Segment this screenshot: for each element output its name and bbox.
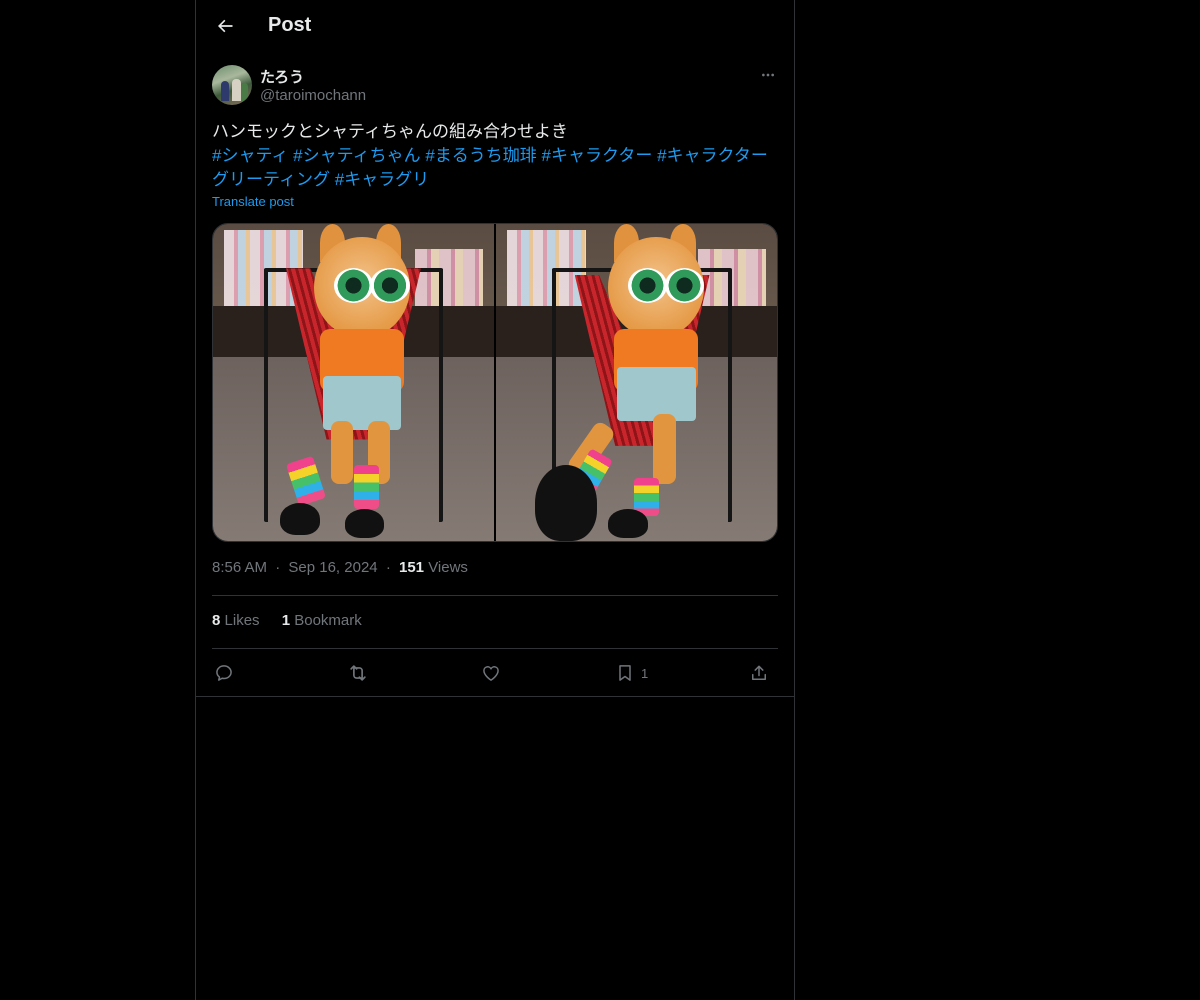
more-horizontal-icon xyxy=(762,73,774,77)
post-meta: 8:56 AM · Sep 16, 2024 · 151 Views xyxy=(212,559,468,576)
post-actions: 1 xyxy=(212,657,778,689)
post-stats: 8 Likes 1 Bookmark xyxy=(212,612,380,629)
bookmarks-stat[interactable]: 1 Bookmark xyxy=(282,612,362,629)
hashtag-link[interactable]: #キャラグリ xyxy=(335,170,429,189)
like-button[interactable] xyxy=(481,661,501,685)
bookmark-button[interactable]: 1 xyxy=(615,661,648,685)
post-photo-2[interactable] xyxy=(496,224,777,541)
page-title: Post xyxy=(268,14,312,36)
divider xyxy=(212,648,778,649)
meta-separator: · xyxy=(385,559,391,576)
share-icon xyxy=(752,665,766,680)
likes-stat[interactable]: 8 Likes xyxy=(212,612,264,629)
post-date[interactable]: Sep 16, 2024 xyxy=(288,559,377,576)
translate-post-link[interactable]: Translate post xyxy=(212,194,294,209)
more-options-button[interactable] xyxy=(758,65,778,85)
divider xyxy=(196,696,794,697)
bookmark-icon xyxy=(619,665,631,681)
hashtag-link[interactable]: #シャティちゃん xyxy=(293,146,420,165)
heart-icon xyxy=(483,666,499,681)
views-count: 151 xyxy=(398,559,425,576)
author-display-name[interactable]: たろう xyxy=(260,66,304,87)
likes-label: Likes xyxy=(224,612,260,629)
repost-icon xyxy=(350,665,366,681)
post-author: たろう @taroimochann xyxy=(212,65,778,107)
post-time[interactable]: 8:56 AM xyxy=(212,559,267,576)
bookmarks-count: 1 xyxy=(281,612,291,629)
meta-separator: · xyxy=(275,559,281,576)
repost-button[interactable] xyxy=(347,661,369,685)
post-column: Post たろう @taroimochann ハンモックとシャティちゃんの組み合… xyxy=(195,0,795,1000)
hashtag-link[interactable]: #シャティ xyxy=(212,146,288,165)
post-media xyxy=(212,223,778,542)
arrow-left-icon xyxy=(218,19,233,33)
author-handle[interactable]: @taroimochann xyxy=(260,87,366,104)
bookmark-count: 1 xyxy=(641,665,649,681)
post-text: ハンモックとシャティちゃんの組み合わせよき #シャティ #シャティちゃん #まる… xyxy=(212,120,778,192)
hashtag-link[interactable]: #キャラクター xyxy=(542,146,653,165)
post-header: Post xyxy=(196,0,794,53)
share-button[interactable] xyxy=(749,661,769,685)
reply-button[interactable] xyxy=(214,661,234,685)
reply-icon xyxy=(216,665,232,681)
post-body: ハンモックとシャティちゃんの組み合わせよき xyxy=(212,122,568,141)
divider xyxy=(212,595,778,596)
hashtag-link[interactable]: #まるうち珈琲 xyxy=(425,146,536,165)
likes-count: 8 xyxy=(212,612,221,629)
back-button[interactable] xyxy=(208,9,242,43)
post-photo-1[interactable] xyxy=(213,224,494,541)
bookmarks-label: Bookmark xyxy=(294,612,362,629)
avatar[interactable] xyxy=(212,65,252,105)
views-label: Views xyxy=(428,559,468,576)
